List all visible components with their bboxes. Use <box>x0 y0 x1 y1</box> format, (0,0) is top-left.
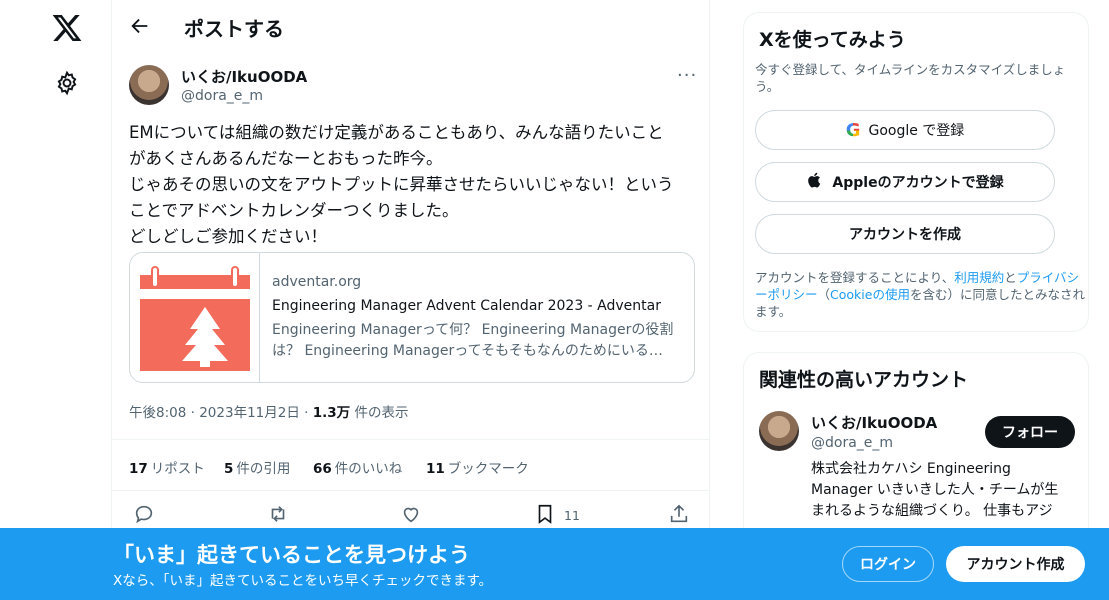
post-text: EMについては組織の数だけ定義があることもあり、みんな語りたいこと があくさんあ… <box>129 120 699 250</box>
apple-icon <box>806 171 824 193</box>
calendar-tree-icon <box>130 253 260 382</box>
post-text-line: じゃあその思いの文をアウトプットに昇華させたらいいじゃない！という <box>129 175 674 194</box>
avatar[interactable] <box>759 411 799 451</box>
post-stats: 17 リポスト 5 件の引用 66 件のいいね 11 ブックマーク <box>112 439 709 491</box>
follow-button[interactable]: フォロー <box>985 416 1075 448</box>
terms-text: アカウントを登録することにより、利用規約とプライバシーポリシー（Cookieの使… <box>755 269 1085 320</box>
views-label: 件の表示 <box>354 405 409 421</box>
cookie-link[interactable]: Cookieの使用 <box>830 287 910 302</box>
bookmarks-stat[interactable]: 11 ブックマーク <box>426 457 529 477</box>
post-text-line: EMについては組織の数だけ定義があることもあり、みんな語りたいこと <box>129 123 664 142</box>
reposts-count: 17 <box>129 461 148 477</box>
bottom-signup-bar: 「いま」起きていることを見つけよう Xなら、「いま」起きていることをいち早くチェ… <box>0 528 1109 600</box>
cookie-open: （ <box>817 287 831 302</box>
likes-count: 66 <box>313 461 332 477</box>
terms-prefix: アカウントを登録することにより、 <box>755 270 955 285</box>
page-title: ポストする <box>184 17 284 41</box>
like-icon[interactable] <box>400 503 424 527</box>
views-count: 1.3万 <box>312 405 351 421</box>
apple-signup-label: Appleのアカウントで登録 <box>832 175 1004 191</box>
terms-and: と <box>1004 270 1017 285</box>
signup-subtitle: 今すぐ登録して、タイムラインをカスタマイズしましょう。 <box>755 62 1066 94</box>
bookmarks-label: ブックマーク <box>447 461 529 477</box>
related-accounts-panel: 関連性の高いアカウント いくお/IkuOODA @dora_e_m フォロー 株… <box>743 352 1089 552</box>
author-name[interactable]: いくお/IkuOODA <box>181 66 307 87</box>
author-handle[interactable]: @dora_e_m <box>181 88 263 104</box>
repost-icon[interactable] <box>267 503 291 527</box>
signup-button[interactable]: アカウント作成 <box>946 546 1085 582</box>
post-time[interactable]: 午後8:08 <box>129 405 186 421</box>
post-text-line: があくさんあるんだなーとおもった昨今。 <box>129 149 443 168</box>
related-account-name[interactable]: いくお/IkuOODA <box>811 412 937 433</box>
page-header: ポストする <box>112 0 709 53</box>
main-column: ポストする いくお/IkuOODA @dora_e_m ··· EMについては組… <box>111 0 710 600</box>
create-account-button[interactable]: アカウントを作成 <box>755 214 1055 254</box>
google-signup-button[interactable]: G Google で登録 <box>755 110 1055 150</box>
post-date[interactable]: 2023年11月2日 <box>199 405 300 421</box>
avatar[interactable] <box>129 65 169 105</box>
related-account-handle[interactable]: @dora_e_m <box>811 435 893 451</box>
login-button[interactable]: ログイン <box>842 546 934 582</box>
bottom-bar-subtitle: Xなら、「いま」起きていることをいち早くチェックできます。 <box>113 573 493 589</box>
reply-icon[interactable] <box>133 503 157 527</box>
apple-signup-button[interactable]: Appleのアカウントで登録 <box>755 162 1055 202</box>
related-title: 関連性の高いアカウント <box>759 369 969 391</box>
google-signup-label: Google で登録 <box>868 123 965 139</box>
bottom-bar-title: 「いま」起きていることを見つけよう <box>113 543 470 567</box>
link-card-title: Engineering Manager Advent Calendar 2023… <box>272 298 661 314</box>
bio-line: まれるような組織づくり。 仕事もアジ <box>811 503 1053 519</box>
terms-link[interactable]: 利用規約 <box>954 270 1004 285</box>
post-meta: 午後8:08 · 2023年11月2日 · 1.3万 件の表示 <box>129 405 409 421</box>
bookmarks-count: 11 <box>426 461 445 477</box>
reposts-label: リポスト <box>150 461 205 477</box>
bookmark-icon[interactable] <box>534 503 558 527</box>
bookmark-action-count: 11 <box>564 508 580 523</box>
post-text-line: ことでアドベントカレンダーつくりました。 <box>129 201 459 220</box>
link-card-domain: adventar.org <box>272 274 362 290</box>
reposts-stat[interactable]: 17 リポスト <box>129 457 205 477</box>
bio-line: Manager いきいきした人・チームが生 <box>811 482 1059 498</box>
x-logo-icon[interactable] <box>51 12 83 44</box>
quotes-stat[interactable]: 5 件の引用 <box>224 457 290 477</box>
back-arrow-icon[interactable] <box>129 15 151 37</box>
post-text-line: どしどしご参加ください！ <box>129 227 327 246</box>
quotes-label: 件の引用 <box>236 461 291 477</box>
signup-panel: Xを使ってみよう 今すぐ登録して、タイムラインをカスタマイズしましょう。 G G… <box>743 12 1089 332</box>
link-card-description: Engineering Managerって何？ Engineering Mana… <box>272 320 677 362</box>
google-icon: G <box>845 119 861 141</box>
share-icon[interactable] <box>668 503 692 527</box>
quotes-count: 5 <box>224 461 234 477</box>
more-options-icon[interactable]: ··· <box>677 65 697 86</box>
bio-line: 株式会社カケハシ Engineering <box>811 461 1011 477</box>
link-card-description-line: Engineering Managerって何？ Engineering Mana… <box>272 322 674 338</box>
signup-title: Xを使ってみよう <box>759 29 906 51</box>
gear-icon[interactable] <box>54 70 80 96</box>
link-card-description-line: は？ Engineering Managerってそもそもなんのためにいる… <box>272 343 663 359</box>
link-card[interactable]: adventar.org Engineering Manager Advent … <box>129 252 695 383</box>
likes-label: 件のいいね <box>334 461 403 477</box>
likes-stat[interactable]: 66 件のいいね <box>313 457 402 477</box>
link-card-text: adventar.org Engineering Manager Advent … <box>272 274 682 362</box>
left-nav <box>0 0 111 600</box>
related-account-bio: 株式会社カケハシ Engineering Manager いきいきした人・チーム… <box>811 459 1076 522</box>
